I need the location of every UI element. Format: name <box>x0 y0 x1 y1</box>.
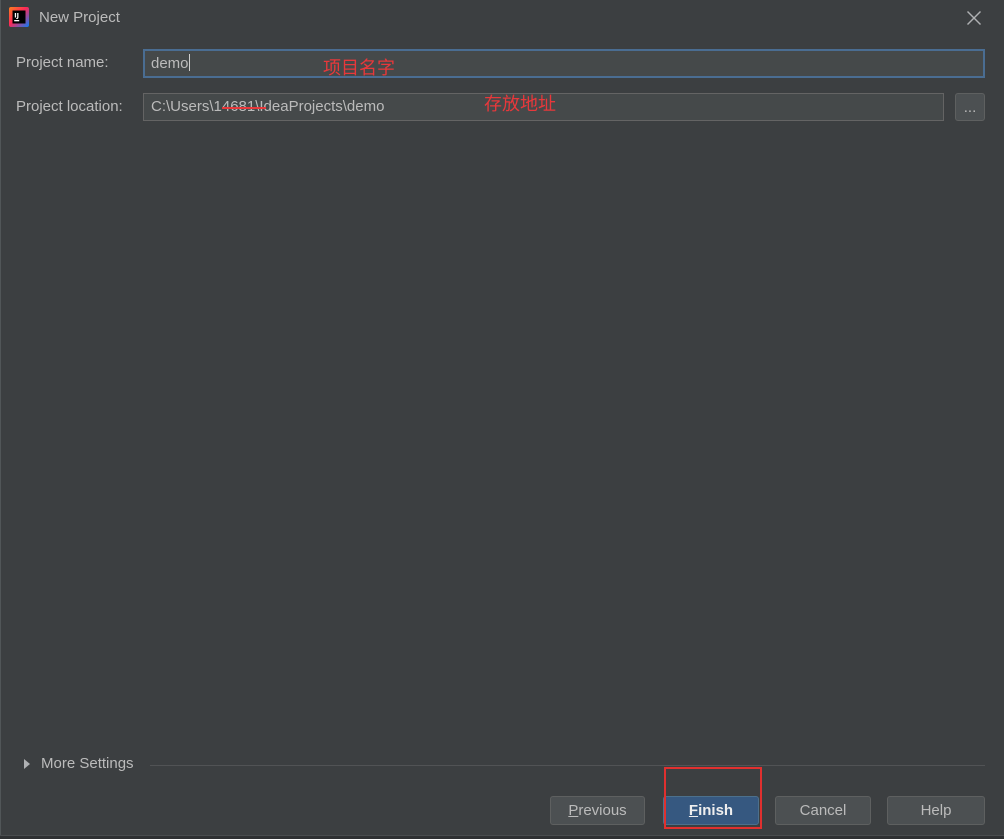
help-button[interactable]: Help <box>887 796 985 825</box>
cancel-button[interactable]: Cancel <box>775 796 871 825</box>
intellij-idea-icon: IJ <box>9 7 29 27</box>
previous-button-label: Previous <box>568 802 627 819</box>
separator <box>150 765 985 766</box>
cancel-button-label: Cancel <box>799 802 847 819</box>
finish-button[interactable]: Finish <box>663 796 759 825</box>
annotation-location-note: 存放地址 <box>484 94 556 114</box>
previous-button[interactable]: Previous <box>550 796 645 825</box>
more-settings-toggle[interactable]: More Settings <box>18 752 148 776</box>
background-window-strip <box>0 835 1004 839</box>
more-settings-label: More Settings <box>41 755 134 772</box>
help-button-label: Help <box>920 802 952 819</box>
dialog-border <box>0 0 1 836</box>
dialog-title: New Project <box>39 9 120 26</box>
annotation-project-name-note: 项目名字 <box>323 58 395 78</box>
close-button[interactable] <box>962 6 986 30</box>
project-name-value: demo <box>151 55 189 72</box>
finish-button-label: Finish <box>688 802 734 819</box>
project-name-input[interactable]: demo <box>143 49 985 78</box>
expand-triangle-icon <box>24 759 30 769</box>
project-name-label: Project name: <box>16 54 109 71</box>
project-location-value: C:\Users\14681\IdeaProjects\demo <box>151 98 385 115</box>
project-location-label: Project location: <box>16 98 123 115</box>
close-icon <box>967 11 981 25</box>
browse-location-button[interactable]: ... <box>955 93 985 121</box>
svg-text:IJ: IJ <box>14 12 19 20</box>
redaction-line <box>222 107 266 109</box>
text-caret <box>188 54 190 71</box>
